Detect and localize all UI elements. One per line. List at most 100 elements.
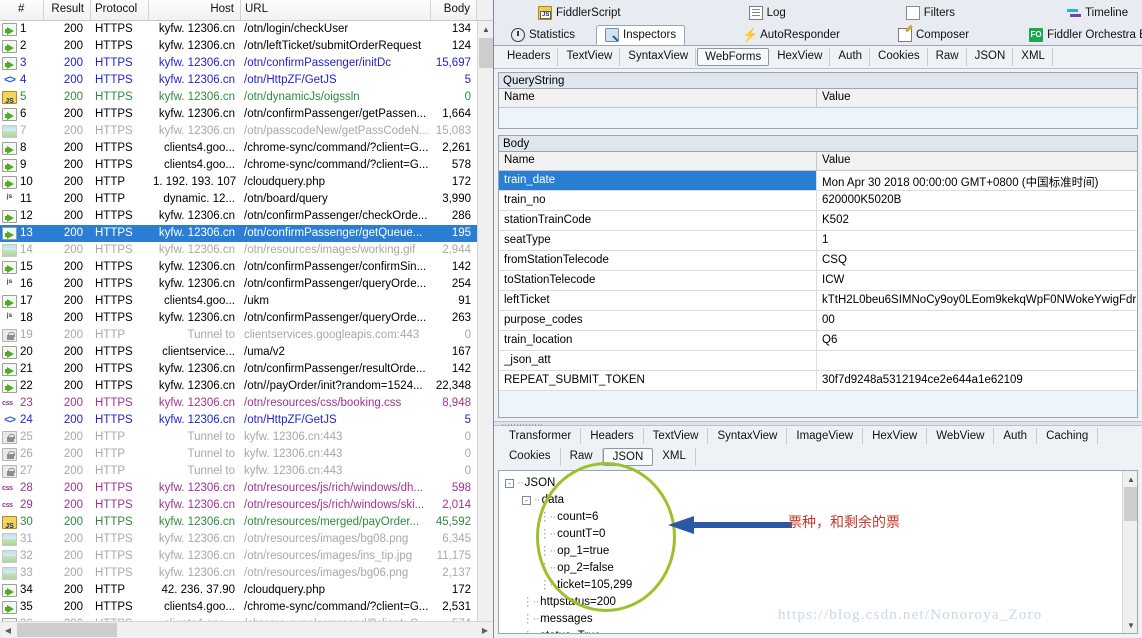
table-row[interactable]: 27 200 HTTP Tunnel to kyfw. 12306.cn:443 0 (0, 463, 493, 480)
table-row[interactable]: 12 200 HTTPS kyfw. 12306.cn/otn/confirmPass… (0, 208, 493, 225)
tab-filters[interactable]: Filters (898, 4, 963, 23)
table-row[interactable]: 35 200 HTTPS clients4.goo... /chrome-sync/co… (0, 599, 493, 616)
response-tab-caching[interactable]: Caching (1037, 428, 1099, 445)
tab-fiddler-orchestra[interactable]: FO Fiddler Orchestra Beta (1020, 25, 1142, 45)
table-row[interactable]: <> 4 200 HTTPS kyfw. 12306.cn/otn/HttpZF/Get… (0, 72, 493, 89)
response-tab-textview[interactable]: TextView (644, 428, 709, 445)
tree-expander-icon[interactable]: - (522, 496, 531, 506)
table-row[interactable]: 22 200 HTTPS kyfw. 12306.cn/otn//payOrder/i… (0, 378, 493, 395)
column-header-url[interactable]: URL (241, 0, 431, 20)
form-row[interactable]: _json_att (499, 351, 1137, 371)
scrollbar-thumb[interactable] (479, 38, 493, 68)
request-tab-xml[interactable]: XML (1014, 48, 1053, 66)
sessions-horizontal-scrollbar[interactable]: ◀ ▶ (0, 621, 493, 638)
response-tab-syntaxview[interactable]: SyntaxView (708, 428, 788, 445)
tab-inspectors[interactable]: Inspectors (596, 25, 686, 45)
table-row[interactable]: 14 200 HTTPS kyfw. 12306.cn/otn/resources/i… (0, 242, 493, 259)
form-row[interactable]: seatType 1 (499, 231, 1137, 251)
request-tab-syntaxview[interactable]: SyntaxView (621, 48, 697, 66)
table-row[interactable]: 31 200 HTTPS kyfw. 12306.cn/otn/resources/i… (0, 531, 493, 548)
column-header-protocol[interactable]: Protocol (91, 0, 149, 20)
querystring-empty-area[interactable] (499, 108, 1137, 128)
form-row[interactable]: train_location Q6 (499, 331, 1137, 351)
column-header-number[interactable]: # (0, 0, 44, 20)
tab-composer[interactable]: Composer (889, 25, 978, 45)
table-row[interactable]: 19 200 HTTP Tunnel to clientservices.googlea… (0, 327, 493, 344)
response-tab-webview[interactable]: WebView (927, 428, 995, 445)
table-row[interactable]: 9 200 HTTPS clients4.goo... /chrome-sync/com… (0, 157, 493, 174)
table-row[interactable]: 1 200 HTTPS kyfw. 12306.cn/otn/login/checkU… (0, 21, 493, 38)
tab-log[interactable]: Log (741, 4, 794, 23)
table-row[interactable]: 8 200 HTTPS clients4.goo... /chrome-sync/com… (0, 140, 493, 157)
request-tab-hexview[interactable]: HexView (770, 48, 831, 66)
table-row[interactable]: 2 200 HTTPS kyfw. 12306.cn/otn/leftTicket/s… (0, 38, 493, 55)
table-row[interactable]: 13 200 HTTPS kyfw. 12306.cn/otn/confirmPass… (0, 225, 493, 242)
column-header-result[interactable]: Result (44, 0, 91, 20)
response-tab-xml[interactable]: XML (653, 448, 696, 467)
response-tab-transformer[interactable]: Transformer (500, 428, 582, 445)
request-tab-textview[interactable]: TextView (559, 48, 621, 66)
response-tab-json[interactable]: JSON (602, 448, 654, 467)
form-row[interactable]: toStationTelecode ICW (499, 271, 1137, 291)
column-header-body[interactable]: Body (431, 0, 477, 20)
form-row[interactable]: REPEAT_SUBMIT_TOKEN 30f7d9248a5312194ce2e… (499, 371, 1137, 391)
tree-node[interactable]: ⋮·· op_1=true (505, 543, 1137, 560)
form-row[interactable]: train_no 620000K5020B (499, 191, 1137, 211)
response-tab-auth[interactable]: Auth (994, 428, 1038, 445)
tree-node[interactable]: - ·· JSON (505, 475, 1137, 492)
table-row[interactable]: js 16 200 HTTPS kyfw. 12306.cn/otn/confirmPa… (0, 276, 493, 293)
scroll-left-icon[interactable]: ◀ (0, 622, 16, 638)
table-row[interactable]: 10 200 HTTP 1. 192. 193. 107/cloudquery.php… (0, 174, 493, 191)
table-row[interactable]: JS 5 200 HTTPS kyfw. 12306.cn/otn/dynamicJs/… (0, 89, 493, 106)
request-tab-webforms[interactable]: WebForms (697, 48, 770, 66)
tree-node[interactable]: - ·· data (505, 492, 1137, 509)
table-row[interactable]: 7 200 HTTPS kyfw. 12306.cn/otn/passcodeNew/… (0, 123, 493, 140)
table-row[interactable]: JS 30 200 HTTPS kyfw. 12306.cn/otn/resources… (0, 514, 493, 531)
table-row[interactable]: 32 200 HTTPS kyfw. 12306.cn/otn/resources/i… (0, 548, 493, 565)
response-tab-headers[interactable]: Headers (581, 428, 644, 445)
table-row[interactable]: 3 200 HTTPS kyfw. 12306.cn/otn/confirmPasse… (0, 55, 493, 72)
tab-timeline[interactable]: Timeline (1059, 4, 1136, 23)
table-row[interactable]: 33 200 HTTPS kyfw. 12306.cn/otn/resources/i… (0, 565, 493, 582)
table-row[interactable]: 34 200 HTTP 42. 236. 37.90/cloudquery.php 17… (0, 582, 493, 599)
form-row[interactable]: leftTicket kTtH2L0beu6SIMNoCy9oy0LEom9kek… (499, 291, 1137, 311)
table-row[interactable]: 25 200 HTTP Tunnel to kyfw. 12306.cn:443 0 (0, 429, 493, 446)
table-row[interactable]: 15 200 HTTPS kyfw. 12306.cn/otn/confirmPass… (0, 259, 493, 276)
table-row[interactable]: 6 200 HTTPS kyfw. 12306.cn/otn/confirmPasse… (0, 106, 493, 123)
table-row[interactable]: css 28 200 HTTPS kyfw. 12306.cn/otn/resource… (0, 480, 493, 497)
form-row[interactable]: fromStationTelecode CSQ (499, 251, 1137, 271)
table-row[interactable]: js 11 200 HTTP dynamic. 12... /otn/board/quer… (0, 191, 493, 208)
table-row[interactable]: css 29 200 HTTPS kyfw. 12306.cn/otn/resource… (0, 497, 493, 514)
response-tab-cookies[interactable]: Cookies (500, 448, 561, 467)
table-row[interactable]: 26 200 HTTP Tunnel to kyfw. 12306.cn:443 0 (0, 446, 493, 463)
request-tab-auth[interactable]: Auth (831, 48, 871, 66)
tree-node[interactable]: ⋮·· op_2=false (505, 560, 1137, 577)
scroll-right-icon[interactable]: ▶ (477, 622, 493, 638)
request-tab-raw[interactable]: Raw (929, 48, 967, 66)
table-row[interactable]: 21 200 HTTPS kyfw. 12306.cn/otn/confirmPass… (0, 361, 493, 378)
tab-fiddlerscript[interactable]: FiddlerScript (530, 4, 629, 23)
scroll-up-icon[interactable]: ▲ (478, 21, 493, 37)
response-tab-hexview[interactable]: HexView (863, 428, 928, 445)
response-tab-imageview[interactable]: ImageView (787, 428, 864, 445)
tree-node[interactable]: ⋮·· ticket=105,299 (505, 577, 1137, 594)
tab-autoresponder[interactable]: ⚡ AutoResponder (733, 25, 849, 45)
table-row[interactable]: 17 200 HTTPS clients4.goo... /ukm 91 (0, 293, 493, 310)
body-empty-area[interactable] (499, 391, 1137, 417)
response-tab-raw[interactable]: Raw (561, 448, 603, 467)
tab-statistics[interactable]: Statistics (502, 25, 584, 45)
form-row[interactable]: stationTrainCode K502 (499, 211, 1137, 231)
request-tab-json[interactable]: JSON (968, 48, 1014, 66)
sessions-vertical-scrollbar[interactable]: ▲ ▼ (477, 21, 493, 621)
table-row[interactable]: 20 200 HTTPS clientservice... /uma/v2 167 (0, 344, 493, 361)
panel-splitter[interactable] (494, 421, 1142, 427)
tree-expander-icon[interactable]: - (505, 479, 514, 489)
request-tab-headers[interactable]: Headers (500, 48, 559, 66)
form-row[interactable]: purpose_codes 00 (499, 311, 1137, 331)
table-row[interactable]: css 23 200 HTTPS kyfw. 12306.cn/otn/resource… (0, 395, 493, 412)
table-row[interactable]: js 18 200 HTTPS kyfw. 12306.cn/otn/confirmPa… (0, 310, 493, 327)
table-row[interactable]: <> 24 200 HTTPS kyfw. 12306.cn/otn/HttpZF/Ge… (0, 412, 493, 429)
hscrollbar-thumb[interactable] (17, 623, 117, 637)
form-row[interactable]: train_date Mon Apr 30 2018 00:00:00 GMT+0… (499, 171, 1137, 191)
tree-node[interactable]: ⋮··status=True (505, 628, 1137, 633)
